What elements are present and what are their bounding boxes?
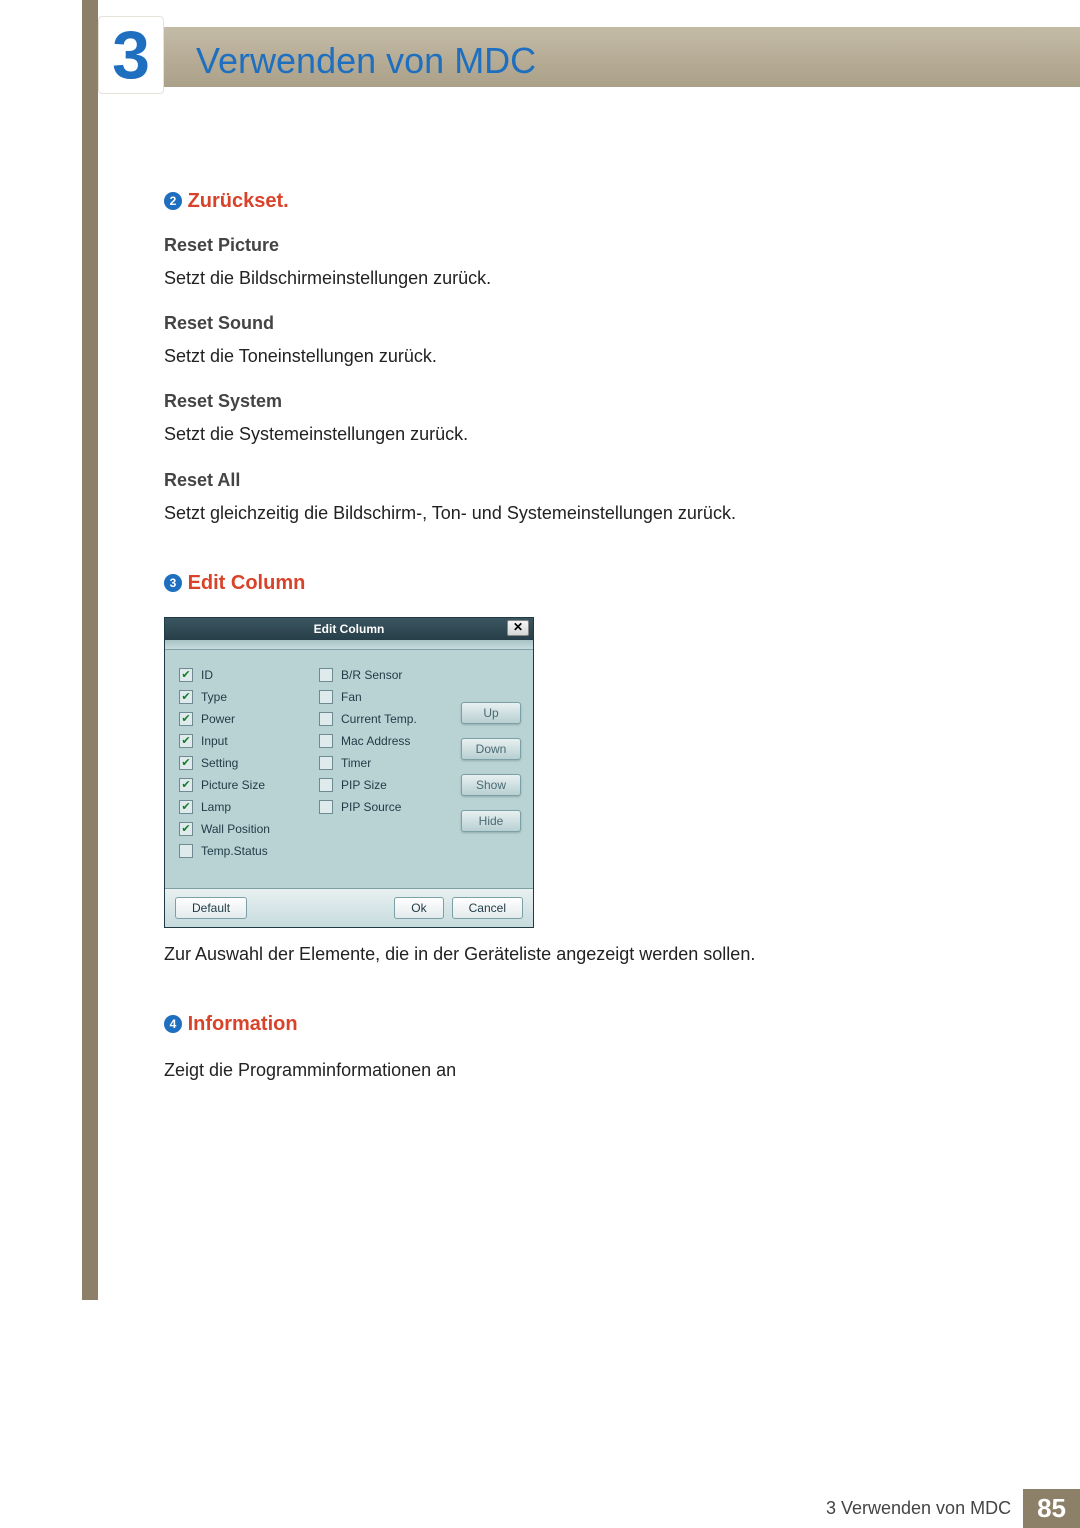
checkbox-icon <box>319 734 333 748</box>
checkbox-icon <box>179 734 193 748</box>
checkbox-icon <box>319 690 333 704</box>
dialog-divider <box>165 640 533 650</box>
footer-label: 3 Verwenden von MDC <box>826 1498 1011 1519</box>
close-button[interactable]: ✕ <box>507 620 529 636</box>
checkbox-icon <box>319 800 333 814</box>
cb-id[interactable]: ID <box>179 668 319 682</box>
information-body: Zeigt die Programminformationen an <box>164 1058 924 1083</box>
side-strip <box>82 0 98 1300</box>
checkbox-column-2: B/R Sensor Fan Current Temp. Mac Address… <box>319 668 459 866</box>
cb-lamp[interactable]: Lamp <box>179 800 319 814</box>
hide-button[interactable]: Hide <box>461 810 521 832</box>
cb-picture-size[interactable]: Picture Size <box>179 778 319 792</box>
checkbox-icon <box>319 668 333 682</box>
checkbox-icon <box>319 778 333 792</box>
page-number: 85 <box>1023 1489 1080 1528</box>
reset-picture-heading: Reset Picture <box>164 235 924 256</box>
section-2-title: 2 Zurückset. <box>164 190 924 213</box>
page-footer: 3 Verwenden von MDC 85 <box>0 1489 1080 1527</box>
cb-input[interactable]: Input <box>179 734 319 748</box>
checkbox-icon <box>179 800 193 814</box>
reset-sound-desc: Setzt die Toneinstellungen zurück. <box>164 344 924 369</box>
cancel-button[interactable]: Cancel <box>452 897 523 919</box>
ok-button[interactable]: Ok <box>394 897 443 919</box>
side-buttons: Up Down Show Hide <box>461 668 521 866</box>
reset-all-desc: Setzt gleichzeitig die Bildschirm-, Ton-… <box>164 501 924 526</box>
reset-picture-desc: Setzt die Bildschirmeinstellungen zurück… <box>164 266 924 291</box>
checkbox-icon <box>179 668 193 682</box>
cb-br-sensor[interactable]: B/R Sensor <box>319 668 459 682</box>
page-content: 2 Zurückset. Reset Picture Setzt die Bil… <box>164 190 924 1105</box>
cb-current-temp[interactable]: Current Temp. <box>319 712 459 726</box>
cb-type[interactable]: Type <box>179 690 319 704</box>
cb-power[interactable]: Power <box>179 712 319 726</box>
checkbox-icon <box>179 756 193 770</box>
edit-column-dialog: Edit Column ✕ ID Type Power Input Settin… <box>164 617 534 928</box>
section-3-title: 3 Edit Column <box>164 572 924 595</box>
cb-wall-position[interactable]: Wall Position <box>179 822 319 836</box>
bullet-4: 4 <box>164 1015 182 1033</box>
checkbox-icon <box>179 844 193 858</box>
checkbox-column-1: ID Type Power Input Setting Picture Size… <box>179 668 319 866</box>
cb-mac-address[interactable]: Mac Address <box>319 734 459 748</box>
cb-fan[interactable]: Fan <box>319 690 459 704</box>
close-icon: ✕ <box>513 620 523 634</box>
down-button[interactable]: Down <box>461 738 521 760</box>
chapter-number: 3 <box>112 21 150 89</box>
cb-timer[interactable]: Timer <box>319 756 459 770</box>
section-4-title: 4 Information <box>164 1013 924 1036</box>
checkbox-icon <box>179 712 193 726</box>
checkbox-icon <box>179 822 193 836</box>
cb-pip-size[interactable]: PIP Size <box>319 778 459 792</box>
checkbox-icon <box>179 778 193 792</box>
chapter-badge: 3 <box>98 16 164 94</box>
dialog-footer: Default Ok Cancel <box>165 888 533 927</box>
section-3-heading: Edit Column <box>188 572 306 594</box>
default-button[interactable]: Default <box>175 897 247 919</box>
checkbox-icon <box>319 756 333 770</box>
bullet-2: 2 <box>164 192 182 210</box>
cb-temp-status[interactable]: Temp.Status <box>179 844 319 858</box>
reset-all-heading: Reset All <box>164 470 924 491</box>
edit-column-caption: Zur Auswahl der Elemente, die in der Ger… <box>164 942 924 967</box>
section-4-heading: Information <box>188 1013 298 1035</box>
dialog-body: ID Type Power Input Setting Picture Size… <box>165 650 533 888</box>
show-button[interactable]: Show <box>461 774 521 796</box>
up-button[interactable]: Up <box>461 702 521 724</box>
section-2-heading: Zurückset. <box>188 190 289 212</box>
cb-pip-source[interactable]: PIP Source <box>319 800 459 814</box>
chapter-title: Verwenden von MDC <box>196 40 536 82</box>
cb-setting[interactable]: Setting <box>179 756 319 770</box>
checkbox-icon <box>179 690 193 704</box>
checkbox-icon <box>319 712 333 726</box>
bullet-3: 3 <box>164 574 182 592</box>
reset-system-heading: Reset System <box>164 391 924 412</box>
dialog-titlebar: Edit Column ✕ <box>165 618 533 640</box>
reset-system-desc: Setzt die Systemeinstellungen zurück. <box>164 422 924 447</box>
reset-sound-heading: Reset Sound <box>164 313 924 334</box>
dialog-title: Edit Column <box>314 622 385 636</box>
